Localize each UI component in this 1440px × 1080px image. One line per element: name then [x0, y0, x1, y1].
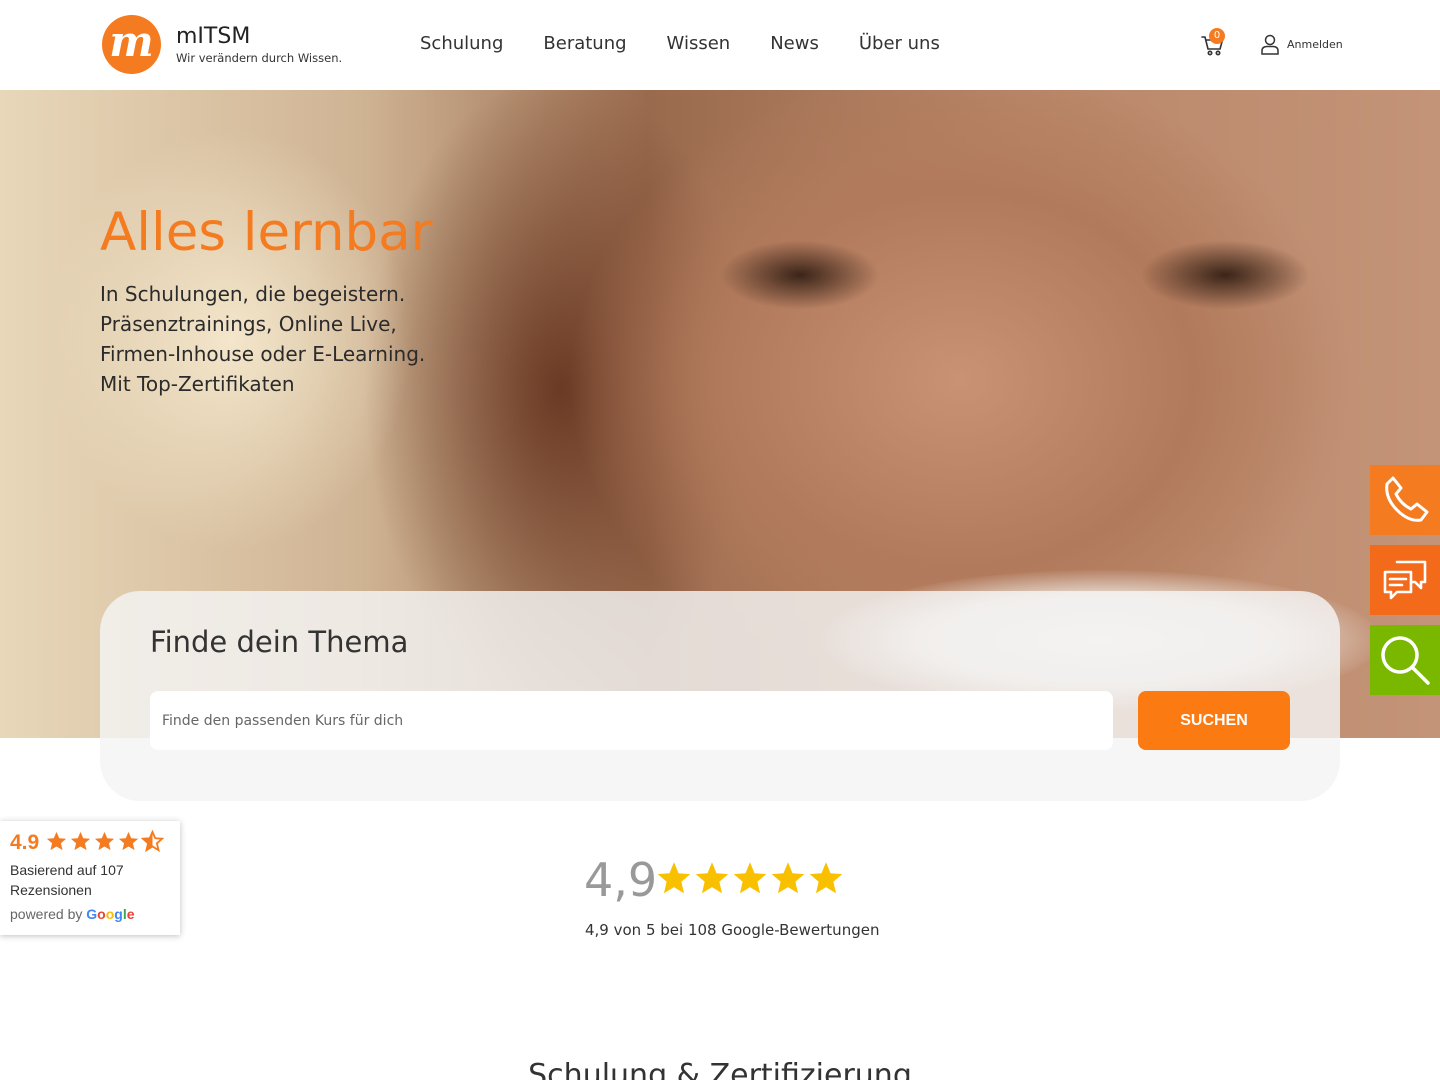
login-label: Anmelden: [1287, 37, 1343, 51]
search-button[interactable]: SUCHEN: [1138, 691, 1290, 750]
login-link[interactable]: Anmelden: [1260, 33, 1343, 55]
google-rating-widget[interactable]: 4.9 Basierend auf 107 Rezensionen powere…: [0, 821, 180, 935]
star-icon: [94, 831, 115, 851]
nav-item-news[interactable]: News: [770, 33, 819, 54]
logo[interactable]: m: [102, 15, 161, 74]
center-rating-stars: [656, 860, 844, 896]
chat-button[interactable]: [1370, 545, 1440, 615]
hero-text-line: Präsenztrainings, Online Live,: [100, 312, 397, 336]
rating-review-count: Basierend auf 107 Rezensionen: [10, 862, 124, 898]
brand-name[interactable]: mITSM: [176, 24, 250, 49]
hero-text-line: Mit Top-Zertifikaten: [100, 372, 295, 396]
nav-item-wissen[interactable]: Wissen: [667, 33, 731, 54]
section-heading: Schulung & Zertifizierung: [528, 1058, 912, 1080]
star-icon: [695, 862, 729, 894]
hero-text-line: In Schulungen, die begeistern.: [100, 282, 406, 306]
star-icon: [118, 831, 139, 851]
rating-stars: [45, 830, 164, 852]
hero-text-line: Firmen-Inhouse oder E-Learning.: [100, 342, 426, 366]
main-nav: Schulung Beratung Wissen News Über uns: [420, 33, 940, 54]
center-rating-score: 4,9: [584, 853, 658, 907]
search-title: Finde dein Thema: [150, 625, 409, 659]
phone-icon: [1385, 476, 1429, 522]
logo-letter: m: [109, 16, 154, 66]
google-logo: Google: [86, 906, 135, 922]
hero-title: Alles lernbar: [100, 202, 433, 263]
brand-tagline: Wir verändern durch Wissen.: [176, 51, 343, 65]
star-icon: [70, 831, 91, 851]
star-icon: [771, 862, 805, 894]
cart-count-badge: 0: [1209, 28, 1225, 44]
user-icon: [1261, 34, 1279, 55]
star-icon: [46, 831, 67, 851]
chat-icon: [1383, 560, 1427, 600]
powered-by-google: powered by Google: [10, 906, 135, 922]
star-icon: [657, 862, 691, 894]
nav-item-ueber-uns[interactable]: Über uns: [859, 33, 940, 54]
nav-item-schulung[interactable]: Schulung: [420, 33, 503, 54]
star-half-icon: [141, 830, 164, 852]
rating-score: 4.9: [10, 831, 40, 854]
nav-item-beratung[interactable]: Beratung: [543, 33, 626, 54]
hero-photo-detail: [1140, 240, 1310, 310]
search-input[interactable]: [150, 691, 1113, 750]
search-icon: [1381, 636, 1430, 685]
search-side-button[interactable]: [1370, 625, 1440, 695]
site-header: m mITSM Wir verändern durch Wissen. Schu…: [0, 0, 1440, 90]
phone-button[interactable]: [1370, 465, 1440, 535]
star-icon: [733, 862, 767, 894]
powered-by-label: powered by: [10, 906, 83, 922]
star-icon: [809, 862, 843, 894]
center-rating-caption: 4,9 von 5 bei 108 Google-Bewertungen: [585, 921, 880, 939]
hero-photo-detail: [720, 240, 880, 310]
